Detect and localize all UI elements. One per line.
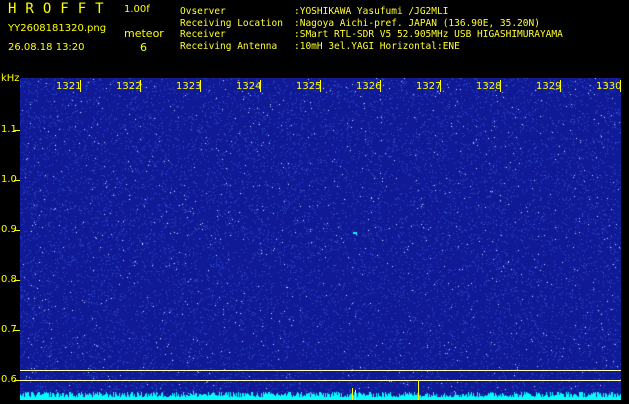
info-value: :Nagoya Aichi-pref. JAPAN (136.90E, 35.2…: [294, 17, 540, 29]
info-value: :10mH 3el.YAGI Horizontal:ENE: [294, 40, 460, 52]
app-title: HROFFT: [8, 1, 113, 17]
info-row-observer: Ovserver :YOSHIKAWA Yasufumi /JG2MLI: [180, 6, 563, 18]
x-tick: 1321: [56, 81, 82, 92]
info-row-antenna: Receiving Antenna :10mH 3el.YAGI Horizont…: [180, 41, 563, 53]
reference-line: [20, 380, 621, 381]
detection-marker: [418, 380, 419, 400]
x-tick: 1325: [296, 81, 322, 92]
x-tick-mark: [200, 80, 201, 92]
header: HROFFT 1.00f YY2608181320.png 26.08.18 1…: [0, 0, 629, 72]
x-tick-mark: [560, 80, 561, 92]
y-tick-mark: [14, 180, 20, 181]
x-tick: 1329: [536, 81, 562, 92]
meteor-count: 6: [140, 41, 147, 54]
y-tick-mark: [14, 230, 20, 231]
x-tick-mark: [500, 80, 501, 92]
x-tick: 1326: [356, 81, 382, 92]
x-tick-mark: [620, 80, 621, 92]
app-version: 1.00f: [124, 4, 150, 15]
x-tick-mark: [440, 80, 441, 92]
y-tick-mark: [14, 330, 20, 331]
x-tick: 1323: [176, 81, 202, 92]
spectrogram: [20, 78, 621, 400]
info-value: :YOSHIKAWA Yasufumi /JG2MLI: [294, 6, 449, 17]
x-tick: 1330: [596, 81, 622, 92]
x-tick: 1328: [476, 81, 502, 92]
file-name: YY2608181320.png: [8, 23, 107, 34]
x-tick: 1327: [416, 81, 442, 92]
info-key: Ovserver: [180, 6, 226, 17]
info-key: Receiver: [180, 29, 226, 40]
x-tick-mark: [380, 80, 381, 92]
info-key: Receiving Antenna: [180, 40, 278, 52]
info-key: Receiving Location: [180, 17, 283, 29]
x-tick: 1322: [116, 81, 142, 92]
reference-line: [20, 370, 621, 371]
y-tick-mark: [14, 280, 20, 281]
info-row-location: Receiving Location :Nagoya Aichi-pref. JA…: [180, 18, 563, 30]
x-tick-mark: [260, 80, 261, 92]
x-tick-mark: [80, 80, 81, 92]
detection-marker: [352, 388, 353, 400]
x-tick-mark: [140, 80, 141, 92]
meteor-label: meteor: [124, 27, 164, 40]
spectrogram-canvas: [20, 78, 621, 400]
station-info: Ovserver :YOSHIKAWA Yasufumi /JG2MLI Rece…: [180, 6, 563, 52]
file-timestamp: 26.08.18 13:20: [8, 42, 85, 53]
x-tick: 1324: [236, 81, 262, 92]
y-axis-unit: kHz: [1, 73, 20, 84]
x-tick-mark: [320, 80, 321, 92]
detection-marker: [355, 390, 356, 400]
info-value: :SMart RTL-SDR V5 52.905MHz USB HIGASHIM…: [294, 29, 563, 40]
info-row-receiver: Receiver :SMart RTL-SDR V5 52.905MHz USB …: [180, 29, 563, 41]
y-tick-mark: [14, 130, 20, 131]
